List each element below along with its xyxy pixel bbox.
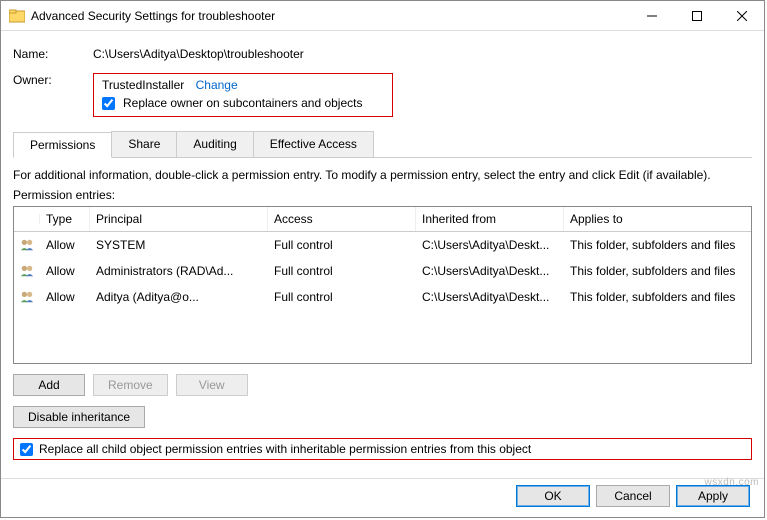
user-icon xyxy=(14,260,40,282)
cell-type: Allow xyxy=(40,261,90,281)
cell-principal: Aditya (Aditya@o... xyxy=(90,287,268,307)
name-value: C:\Users\Aditya\Desktop\troubleshooter xyxy=(93,47,304,61)
user-icon xyxy=(14,234,40,256)
replace-owner-label: Replace owner on subcontainers and objec… xyxy=(123,96,362,110)
col-inherited[interactable]: Inherited from xyxy=(416,207,564,231)
cell-applies: This folder, subfolders and files xyxy=(564,287,751,307)
cell-inherited: C:\Users\Aditya\Deskt... xyxy=(416,261,564,281)
tab-permissions[interactable]: Permissions xyxy=(13,132,112,158)
cell-inherited: C:\Users\Aditya\Deskt... xyxy=(416,235,564,255)
folder-security-icon xyxy=(9,8,25,24)
add-button[interactable]: Add xyxy=(13,374,85,396)
maximize-button[interactable] xyxy=(674,1,719,30)
info-text: For additional information, double-click… xyxy=(13,168,752,182)
entries-label: Permission entries: xyxy=(13,188,752,202)
owner-highlight-box: TrustedInstaller Change Replace owner on… xyxy=(93,73,393,117)
owner-label: Owner: xyxy=(13,73,93,87)
table-header: Type Principal Access Inherited from App… xyxy=(14,207,751,232)
col-access[interactable]: Access xyxy=(268,207,416,231)
replace-owner-checkbox[interactable] xyxy=(102,97,115,110)
col-applies[interactable]: Applies to xyxy=(564,207,751,231)
tab-share[interactable]: Share xyxy=(111,131,177,157)
cell-access: Full control xyxy=(268,287,416,307)
apply-button[interactable]: Apply xyxy=(676,485,750,507)
col-principal[interactable]: Principal xyxy=(90,207,268,231)
cell-applies: This folder, subfolders and files xyxy=(564,261,751,281)
col-type[interactable]: Type xyxy=(40,207,90,231)
cell-principal: Administrators (RAD\Ad... xyxy=(90,261,268,281)
watermark: wsxdn.com xyxy=(704,477,759,488)
ok-button[interactable]: OK xyxy=(516,485,590,507)
window-title: Advanced Security Settings for troublesh… xyxy=(31,9,629,23)
cell-access: Full control xyxy=(268,261,416,281)
table-row[interactable]: AllowSYSTEMFull controlC:\Users\Aditya\D… xyxy=(14,232,751,258)
change-owner-link[interactable]: Change xyxy=(196,78,238,92)
cell-type: Allow xyxy=(40,287,90,307)
replace-child-label: Replace all child object permission entr… xyxy=(39,442,531,456)
cell-access: Full control xyxy=(268,235,416,255)
replace-owner-checkbox-wrap[interactable]: Replace owner on subcontainers and objec… xyxy=(102,96,384,110)
owner-value: TrustedInstaller xyxy=(102,78,184,92)
replace-child-checkbox[interactable] xyxy=(20,443,33,456)
tab-effective-access[interactable]: Effective Access xyxy=(253,131,374,157)
cancel-button[interactable]: Cancel xyxy=(596,485,670,507)
dialog-footer: OK Cancel Apply xyxy=(1,478,764,517)
table-row[interactable]: AllowAdministrators (RAD\Ad...Full contr… xyxy=(14,258,751,284)
close-button[interactable] xyxy=(719,1,764,30)
cell-inherited: C:\Users\Aditya\Deskt... xyxy=(416,287,564,307)
table-row[interactable]: AllowAditya (Aditya@o...Full controlC:\U… xyxy=(14,284,751,310)
cell-applies: This folder, subfolders and files xyxy=(564,235,751,255)
cell-principal: SYSTEM xyxy=(90,235,268,255)
titlebar: Advanced Security Settings for troublesh… xyxy=(1,1,764,31)
name-label: Name: xyxy=(13,47,93,61)
cell-type: Allow xyxy=(40,235,90,255)
remove-button: Remove xyxy=(93,374,168,396)
replace-child-highlight-box[interactable]: Replace all child object permission entr… xyxy=(13,438,752,460)
permission-table[interactable]: Type Principal Access Inherited from App… xyxy=(13,206,752,364)
tab-strip: Permissions Share Auditing Effective Acc… xyxy=(13,131,752,158)
minimize-button[interactable] xyxy=(629,1,674,30)
user-icon xyxy=(14,286,40,308)
view-button: View xyxy=(176,374,248,396)
tab-auditing[interactable]: Auditing xyxy=(176,131,253,157)
disable-inheritance-button[interactable]: Disable inheritance xyxy=(13,406,145,428)
